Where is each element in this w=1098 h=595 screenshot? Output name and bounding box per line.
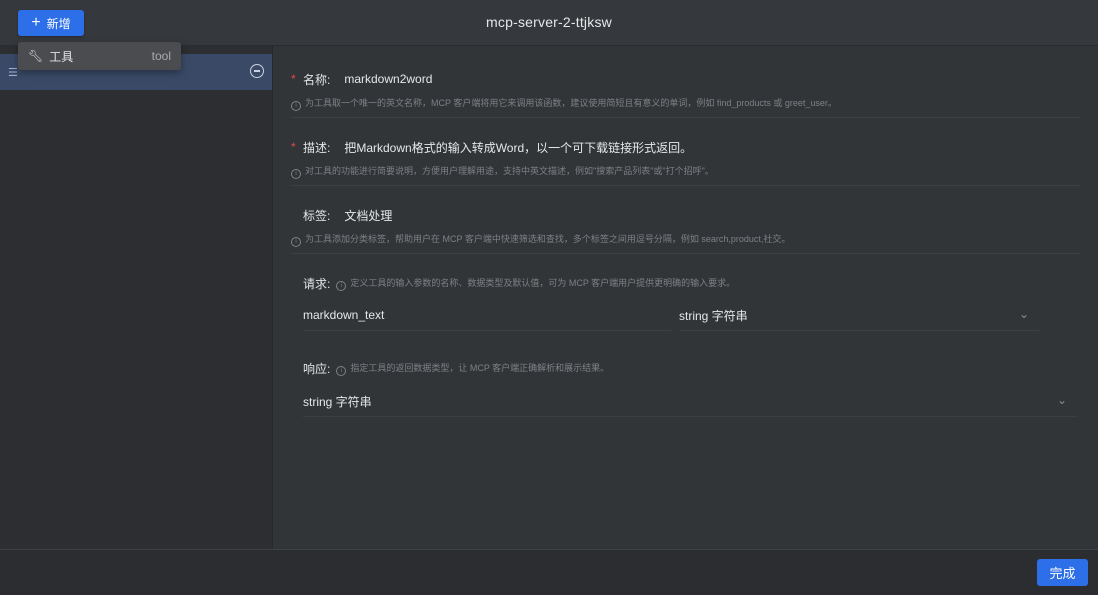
response-field: 响应: i 指定工具的返回数据类型，让 MCP 客户端正确解析和展示结果。 xyxy=(291,357,1080,379)
top-bar: + 新增 mcp-server-2-ttjksw xyxy=(0,0,1098,46)
description-field: * 描述: 把Markdown格式的输入转成Word，以一个可下载链接形式返回。… xyxy=(291,136,1080,186)
required-mark: * xyxy=(291,140,296,154)
param-name-input[interactable]: markdown_text xyxy=(303,300,671,331)
footer-bar: 完成 xyxy=(0,549,1098,595)
tags-label: 标签: xyxy=(303,208,331,223)
info-icon: i xyxy=(291,237,301,247)
response-help: i 指定工具的返回数据类型，让 MCP 客户端正确解析和展示结果。 xyxy=(336,361,609,376)
info-icon: i xyxy=(336,280,347,291)
param-type-select[interactable]: string 字符串 ⌄ xyxy=(679,300,1039,331)
info-icon: i xyxy=(336,365,347,376)
name-label: 名称: xyxy=(303,72,331,87)
request-label: 请求: xyxy=(303,276,331,291)
request-help: i 定义工具的输入参数的名称、数据类型及默认值，可为 MCP 客户端用户提供更明确… xyxy=(336,276,735,291)
request-field: 请求: i 定义工具的输入参数的名称、数据类型及默认值，可为 MCP 客户端用户提… xyxy=(291,272,1080,294)
minus-circle-icon[interactable] xyxy=(250,64,264,78)
description-input[interactable]: 把Markdown格式的输入转成Word，以一个可下载链接形式返回。 xyxy=(344,139,692,156)
name-input[interactable]: markdown2word xyxy=(344,72,432,86)
tags-input[interactable]: 文档处理 xyxy=(344,207,392,224)
info-icon: i xyxy=(291,101,301,111)
description-help: i 对工具的功能进行简要说明，方便用户理解用途，支持中英文描述，例如"搜索产品列表… xyxy=(291,164,1080,186)
dropdown-item-label[interactable]: 工具 xyxy=(49,48,73,65)
name-field: * 名称: markdown2word i 为工具取一个唯一的英文名称，MCP 客… xyxy=(291,68,1080,118)
add-dropdown-menu: 🔧︎ 工具 tool xyxy=(18,42,181,70)
tags-help: i 为工具添加分类标签，帮助用户在 MCP 客户端中快速筛选和查找，多个标签之间用… xyxy=(291,232,1080,254)
chevron-down-icon: ⌄ xyxy=(1018,307,1029,321)
wrench-icon: 🔧︎ xyxy=(28,49,44,63)
response-type-select[interactable]: string 字符串 ⌄ xyxy=(303,386,1077,417)
required-mark: * xyxy=(291,72,296,86)
description-label: 描述: xyxy=(303,140,331,155)
info-icon: i xyxy=(291,169,301,179)
name-help: i 为工具取一个唯一的英文名称，MCP 客户端将用它来调用该函数，建议使用简短且有… xyxy=(291,96,1080,118)
tags-field: 标签: 文档处理 i 为工具添加分类标签，帮助用户在 MCP 客户端中快速筛选和查… xyxy=(291,204,1080,254)
sidebar: ☰ xyxy=(0,46,273,549)
response-label: 响应: xyxy=(303,361,331,376)
dropdown-item-kind: tool xyxy=(151,49,171,63)
page-title: mcp-server-2-ttjksw xyxy=(486,14,612,30)
list-icon: ☰ xyxy=(8,67,18,79)
done-button[interactable]: 完成 xyxy=(1037,559,1088,586)
tool-form: * 名称: markdown2word i 为工具取一个唯一的英文名称，MCP 客… xyxy=(273,46,1098,549)
chevron-down-icon: ⌄ xyxy=(1056,393,1067,407)
